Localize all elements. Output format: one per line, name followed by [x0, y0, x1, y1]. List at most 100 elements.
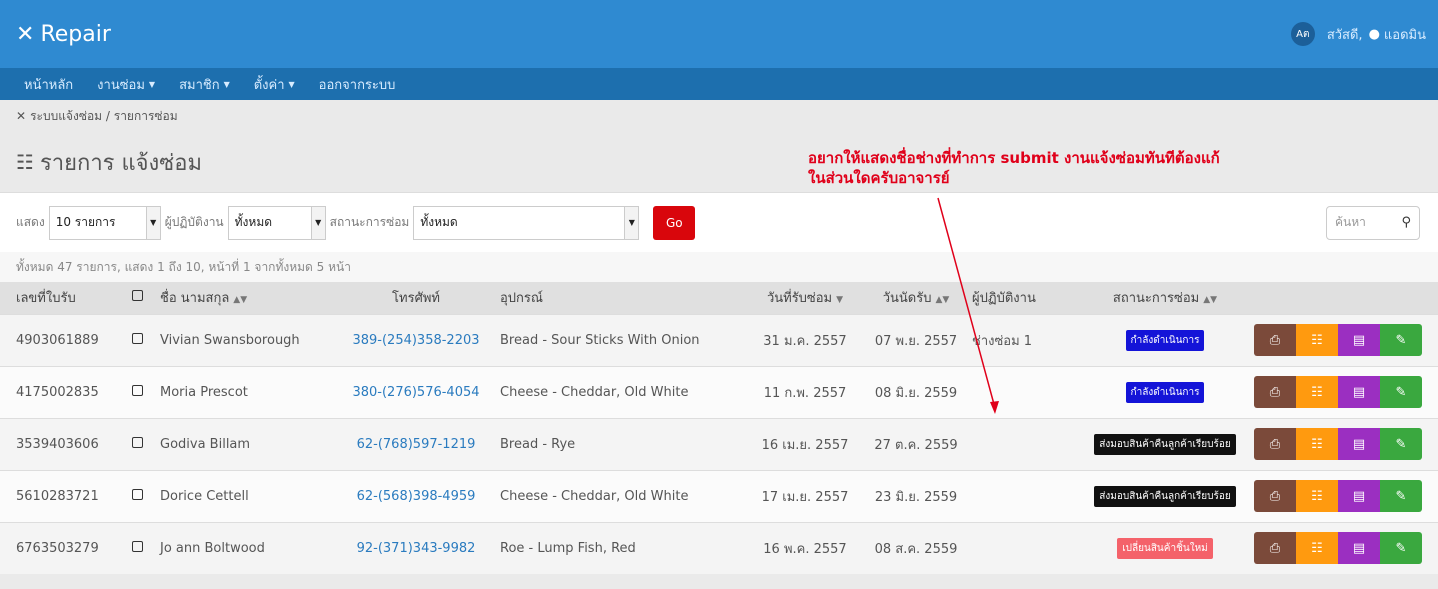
- nav-members[interactable]: สมาชิก ▼: [167, 68, 242, 100]
- print-button[interactable]: ⎙: [1254, 480, 1296, 512]
- dropdown-arrow-icon: ▼: [145, 206, 160, 239]
- page-title: ☷ รายการ แจ้งซ่อม: [16, 150, 202, 176]
- col-due[interactable]: วันนัดรับ ▲▼: [864, 282, 968, 314]
- row-checkbox[interactable]: [128, 314, 156, 366]
- phone-link[interactable]: 62-(768)597-1219: [336, 418, 496, 470]
- table-header: เลขที่ใบรับ ชื่อ นามสกุล ▲▼ โทรศัพท์ อุปก…: [0, 282, 1438, 314]
- language-icon[interactable]: Aต: [1290, 22, 1315, 46]
- task-button[interactable]: ☷: [1296, 376, 1338, 408]
- operator-name: [968, 366, 1080, 418]
- user-name-link[interactable]: แอดมิน: [1384, 24, 1426, 45]
- due-date: 07 พ.ย. 2557: [874, 333, 958, 349]
- search-button[interactable]: ค้นหา ⚲: [1326, 205, 1420, 240]
- pencil-icon: ✎: [1395, 332, 1407, 348]
- print-button[interactable]: ⎙: [1254, 532, 1296, 565]
- edit-button[interactable]: ✎: [1380, 480, 1422, 512]
- detail-icon: ▤: [1352, 332, 1366, 348]
- detail-button[interactable]: ▤: [1338, 532, 1380, 565]
- user-area: Aต สวัสดี, ● แอดมิน: [1290, 22, 1426, 46]
- status-badge: ส่งมอบสินค้าคืนลูกค้าเรียบร้อย: [1094, 433, 1236, 455]
- select-all-checkbox[interactable]: [128, 282, 156, 314]
- status-label: สถานะการซ่อม: [329, 215, 410, 229]
- repair-table: เลขที่ใบรับ ชื่อ นามสกุล ▲▼ โทรศัพท์ อุปก…: [0, 282, 1438, 574]
- sort-desc-icon: ▼: [836, 295, 844, 306]
- status-select[interactable]: ทั้งหมด ▼: [413, 205, 640, 240]
- col-phone: โทรศัพท์: [392, 291, 440, 307]
- go-button[interactable]: Go: [653, 205, 696, 240]
- task-button[interactable]: ☷: [1296, 480, 1338, 512]
- detail-icon: ▤: [1352, 488, 1366, 504]
- table-row: 4175002835 Moria Prescot 380-(276)576-40…: [0, 366, 1438, 418]
- operator-select[interactable]: ทั้งหมด ▼: [227, 205, 326, 240]
- nav-repair[interactable]: งานซ่อม ▼: [85, 68, 167, 100]
- task-button[interactable]: ☷: [1296, 532, 1338, 565]
- breadcrumb: ✕ ระบบแจ้งซ่อม / รายการซ่อม: [0, 100, 1438, 132]
- phone-link[interactable]: 389-(254)358-2203: [336, 314, 496, 366]
- receipt-id: 4175002835: [16, 384, 99, 400]
- col-device: อุปกรณ์: [500, 291, 543, 307]
- task-list-icon: ☷: [1311, 540, 1323, 556]
- task-button[interactable]: ☷: [1296, 428, 1338, 460]
- row-checkbox[interactable]: [128, 366, 156, 418]
- edit-button[interactable]: ✎: [1380, 428, 1422, 460]
- status-badge: กำลังดำเนินการ: [1125, 381, 1205, 403]
- actions-cell: ⎙ ☷ ▤ ✎: [1250, 418, 1438, 470]
- phone-link[interactable]: 62-(568)398-4959: [336, 470, 496, 522]
- status-badge: เปลี่ยนสินค้าชิ้นใหม่: [1117, 537, 1213, 559]
- actions-cell: ⎙ ☷ ▤ ✎: [1250, 366, 1438, 418]
- col-received[interactable]: วันที่รับซ่อม ▼: [746, 282, 864, 314]
- phone-link[interactable]: 92-(371)343-9982: [336, 522, 496, 574]
- detail-button[interactable]: ▤: [1338, 376, 1380, 408]
- print-icon: ⎙: [1269, 488, 1281, 504]
- row-checkbox[interactable]: [128, 470, 156, 522]
- edit-button[interactable]: ✎: [1380, 376, 1422, 408]
- detail-button[interactable]: ▤: [1338, 428, 1380, 460]
- annotation-text: อยากให้แสดงชื่อช่างที่ทำการ submit งานแจ…: [808, 149, 1220, 187]
- breadcrumb-text[interactable]: ระบบแจ้งซ่อม / รายการซ่อม: [30, 107, 178, 126]
- print-button[interactable]: ⎙: [1254, 376, 1296, 408]
- edit-button[interactable]: ✎: [1380, 532, 1422, 565]
- device-name: Bread - Rye: [500, 436, 576, 452]
- col-operator: ผู้ปฏิบัติงาน: [972, 291, 1036, 307]
- top-bar: ✕ Repair Aต สวัสดี, ● แอดมิน: [0, 0, 1438, 68]
- brand[interactable]: ✕ Repair: [16, 22, 111, 47]
- print-button[interactable]: ⎙: [1254, 324, 1296, 356]
- customer-name: Vivian Swansborough: [160, 332, 300, 348]
- nav-settings[interactable]: ตั้งค่า ▼: [242, 68, 307, 100]
- col-actions: [1250, 282, 1438, 314]
- row-checkbox[interactable]: [128, 522, 156, 574]
- detail-button[interactable]: ▤: [1338, 324, 1380, 356]
- device-name: Cheese - Cheddar, Old White: [500, 384, 689, 400]
- table-row: 6763503279 Jo ann Boltwood 92-(371)343-9…: [0, 522, 1438, 574]
- phone-link[interactable]: 380-(276)576-4054: [336, 366, 496, 418]
- edit-button[interactable]: ✎: [1380, 324, 1422, 356]
- due-date: 08 มิ.ย. 2559: [874, 385, 958, 401]
- page-size-select[interactable]: 10 รายการ ▼: [48, 205, 161, 240]
- nav-home[interactable]: หน้าหลัก: [12, 68, 85, 100]
- task-list-icon: ☷: [1311, 332, 1323, 348]
- print-icon: ⎙: [1269, 436, 1281, 452]
- col-name[interactable]: ชื่อ นามสกุล ▲▼: [156, 282, 336, 314]
- detail-button[interactable]: ▤: [1338, 480, 1380, 512]
- row-checkbox[interactable]: [128, 418, 156, 470]
- operator-name: [968, 522, 1080, 574]
- task-list-icon: ☷: [1311, 384, 1323, 400]
- print-button[interactable]: ⎙: [1254, 428, 1296, 460]
- receipt-id: 4903061889: [16, 332, 99, 348]
- due-date: 23 มิ.ย. 2559: [874, 489, 958, 505]
- actions-cell: ⎙ ☷ ▤ ✎: [1250, 470, 1438, 522]
- status-cell: ส่งมอบสินค้าคืนลูกค้าเรียบร้อย: [1080, 470, 1250, 522]
- task-button[interactable]: ☷: [1296, 324, 1338, 356]
- task-list-icon: ☷: [1311, 436, 1323, 452]
- col-status[interactable]: สถานะการซ่อม ▲▼: [1080, 282, 1250, 314]
- nav-logout[interactable]: ออกจากระบบ: [307, 68, 408, 100]
- table-row: 5610283721 Dorice Cettell 62-(568)398-49…: [0, 470, 1438, 522]
- pencil-icon: ✎: [1395, 540, 1407, 556]
- pencil-icon: ✎: [1395, 488, 1407, 504]
- main-nav: หน้าหลัก งานซ่อม ▼ สมาชิก ▼ ตั้งค่า ▼ ออกจา…: [0, 68, 1438, 100]
- detail-icon: ▤: [1352, 436, 1366, 452]
- status-cell: เปลี่ยนสินค้าชิ้นใหม่: [1080, 522, 1250, 574]
- actions-cell: ⎙ ☷ ▤ ✎: [1250, 522, 1438, 574]
- col-id: เลขที่ใบรับ: [16, 291, 76, 307]
- receipt-id: 5610283721: [16, 488, 99, 504]
